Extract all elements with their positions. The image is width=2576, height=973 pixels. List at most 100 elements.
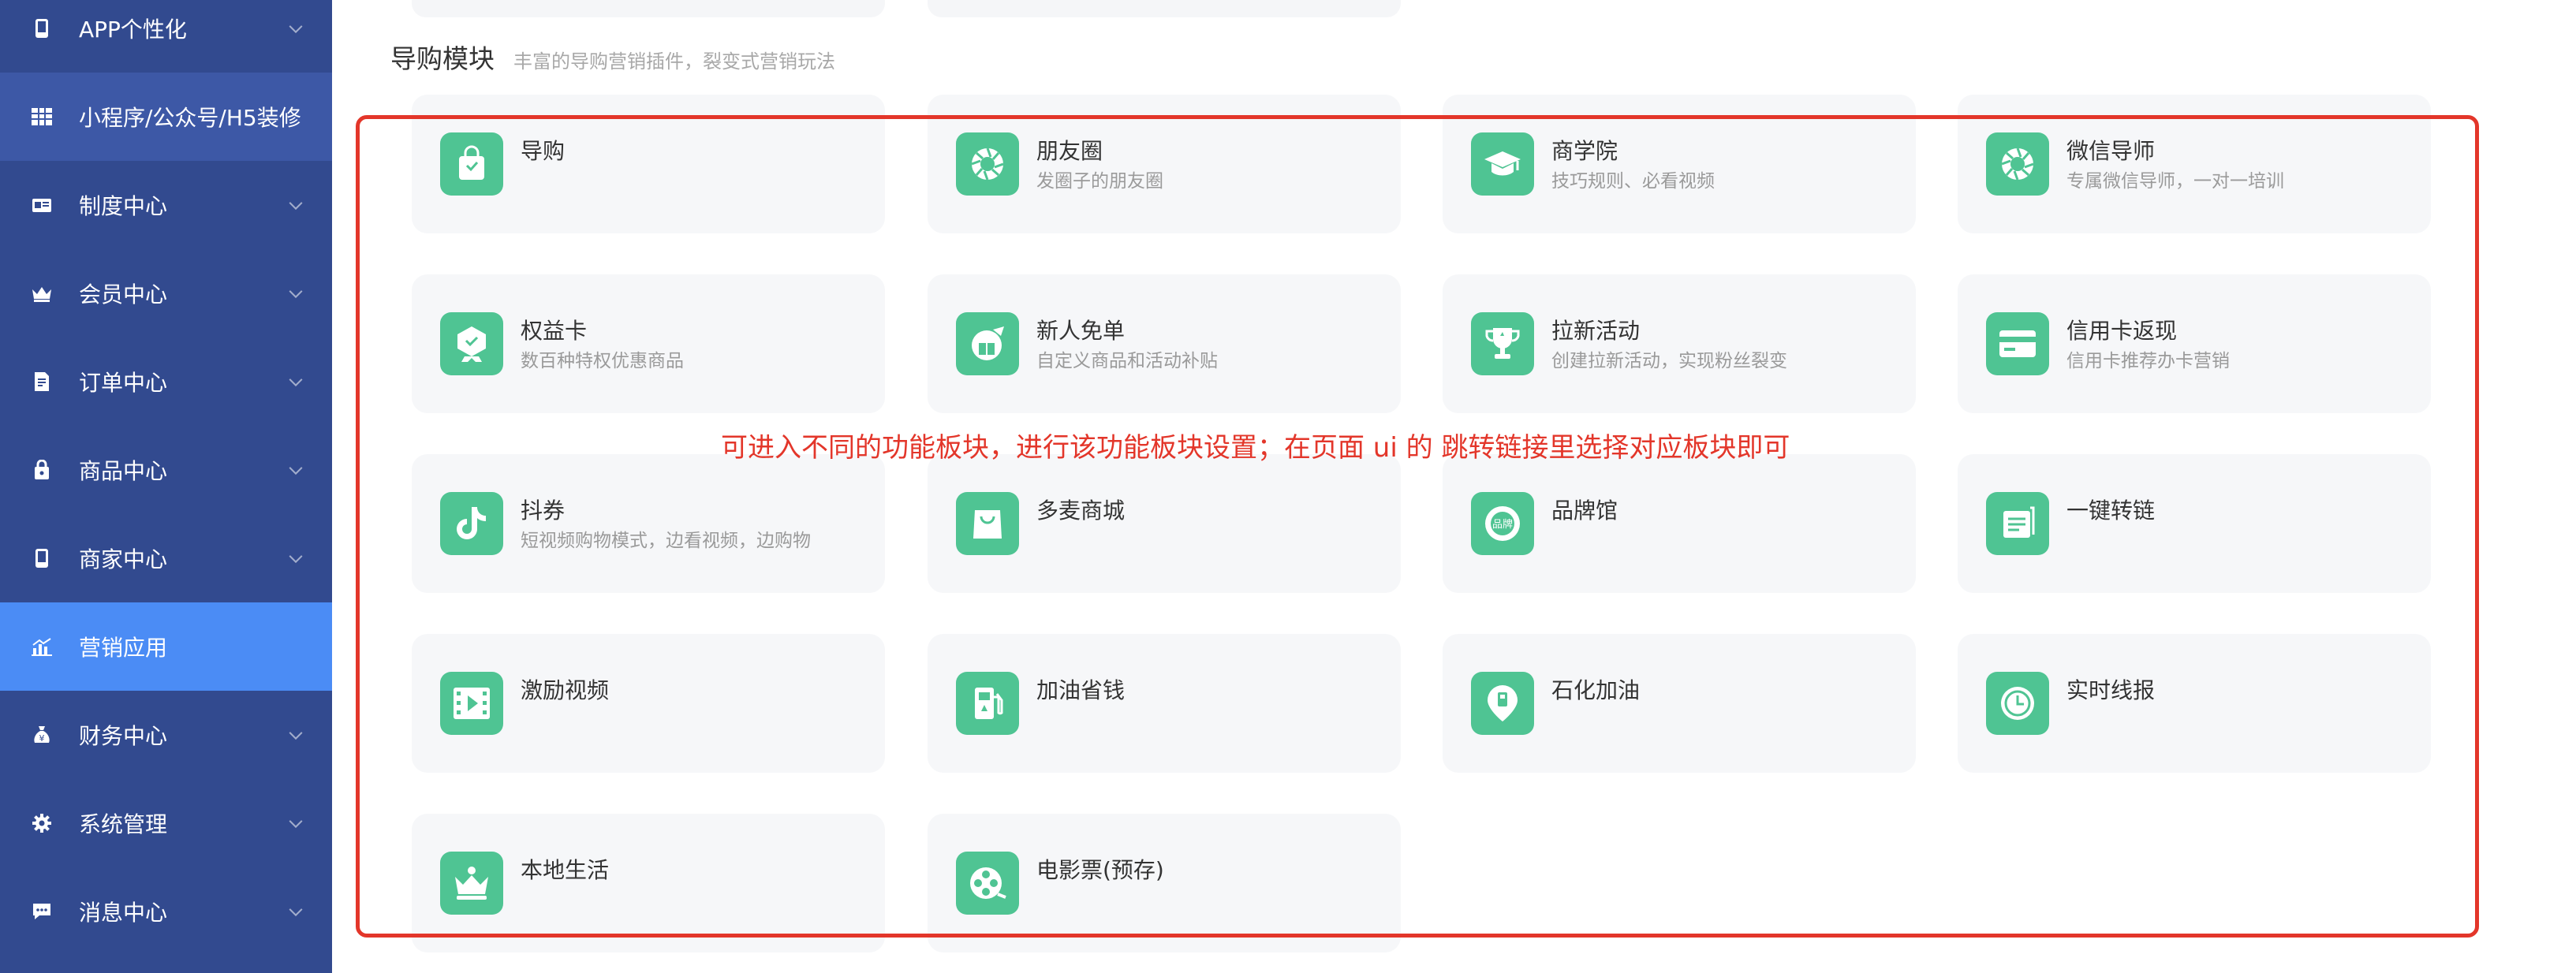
graduation-cap-icon [1471,132,1534,196]
card-title: 商学院 [1551,138,1618,164]
card-title: 抖券 [521,498,566,524]
chevron-down-icon [289,373,303,387]
gift-icon [956,312,1019,375]
sidebar-item-merchant-center[interactable]: 商家中心 [0,514,332,602]
sidebar-item-message-center[interactable]: 消息中心 [0,867,332,956]
gear-icon [30,811,54,835]
card-desc: 发圈子的朋友圈 [1036,171,1163,192]
card-title: 信用卡返现 [2066,318,2178,344]
shopping-bag-icon [956,492,1019,555]
card-desc: 数百种特权优惠商品 [521,351,684,371]
sidebar-item-finance-center[interactable]: ¥ 财务中心 [0,691,332,779]
sidebar: APP个性化 小程序/公众号/H5装修 制度中心 会员中心 订单中心 商品中心 [0,0,332,973]
card-desc: 短视频购物模式，边看视频，边购物 [521,531,811,551]
card-title: 一键转链 [2066,498,2156,524]
credit-card-icon [1986,312,2049,375]
annotation-text: 可进入不同的功能板块，进行该功能板块设置；在页面 ui 的 跳转链接里选择对应板… [721,432,1790,464]
chart-icon [30,635,54,658]
module-card-moments[interactable]: 朋友圈 发圈子的朋友圈 [928,95,1401,233]
sidebar-item-label: 商品中心 [79,458,168,484]
module-card-douquan[interactable]: 抖券 短视频购物模式，边看视频，边购物 [412,454,885,593]
chevron-down-icon [289,726,303,740]
card-title: 加油省钱 [1036,677,1126,703]
card-title: 品牌馆 [1551,498,1618,524]
sidebar-item-system-management[interactable]: 系统管理 [0,779,332,867]
card-title: 拉新活动 [1551,318,1641,344]
fuel-icon [956,672,1019,735]
card-desc: 技巧规则、必看视频 [1551,171,1715,192]
module-card-brand-hall[interactable]: 品牌 品牌馆 [1443,454,1916,593]
card-desc: 创建拉新活动，实现粉丝裂变 [1551,351,1787,371]
sidebar-item-order-center[interactable]: 订单中心 [0,337,332,426]
card-title: 实时线报 [2066,677,2156,703]
chat-icon [30,900,54,923]
module-card-realtime-news[interactable]: 实时线报 [1958,634,2431,773]
tiktok-icon [440,492,503,555]
main-content: 导购模块 丰富的导购营销插件，裂变式营销玩法 导购 朋友圈 发圈子的朋友圈 商学… [332,0,2576,973]
bag-icon [30,458,54,482]
crown-icon [440,852,503,915]
module-card-sinopec-fuel[interactable]: 石化加油 [1443,634,1916,773]
phone-icon [30,17,54,40]
chevron-down-icon [289,815,303,829]
grid-icon [30,105,54,129]
card-title: 权益卡 [521,318,588,344]
svg-text:品牌: 品牌 [1492,518,1513,531]
phone-icon [30,546,54,570]
card-title: 朋友圈 [1036,138,1103,164]
list-icon [1986,492,2049,555]
card-title: 新人免单 [1036,318,1126,344]
chevron-down-icon [289,285,303,299]
film-icon [440,672,503,735]
film-reel-icon [956,852,1019,915]
card-title: 微信导师 [2066,138,2156,164]
chevron-down-icon [289,903,303,917]
module-card-wechat-mentor[interactable]: 微信导师 专属微信导师，一对一培训 [1958,95,2431,233]
svg-text:¥: ¥ [39,733,45,744]
sidebar-item-label: 营销应用 [79,635,168,661]
module-card-incentive-video[interactable]: 激励视频 [412,634,885,773]
sidebar-item-marketing-apps[interactable]: 营销应用 [0,602,332,691]
sidebar-item-product-center[interactable]: 商品中心 [0,426,332,514]
location-pin-icon [1471,672,1534,735]
sidebar-item-label: 会员中心 [79,281,168,308]
module-card-credit-card-cashback[interactable]: 信用卡返现 信用卡推荐办卡营销 [1958,274,2431,413]
module-card-new-user-free[interactable]: 新人免单 自定义商品和活动补贴 [928,274,1401,413]
card-title: 本地生活 [521,857,610,883]
card-stub [412,0,885,17]
card-title: 电影票(预存) [1036,857,1164,883]
trophy-icon [1471,312,1534,375]
crown-icon [30,281,54,305]
module-card-business-school[interactable]: 商学院 技巧规则、必看视频 [1443,95,1916,233]
sidebar-item-app-personalize[interactable]: APP个性化 [0,0,332,73]
section-subtitle: 丰富的导购营销插件，裂变式营销玩法 [513,50,835,73]
module-card-local-life[interactable]: 本地生活 [412,814,885,952]
sidebar-item-label: 财务中心 [79,723,168,749]
module-card-duomai-mall[interactable]: 多麦商城 [928,454,1401,593]
module-card-fuel-saving[interactable]: 加油省钱 [928,634,1401,773]
card-title: 导购 [521,138,566,164]
module-card-one-click-link[interactable]: 一键转链 [1958,454,2431,593]
sidebar-item-label: 消息中心 [79,900,168,926]
sidebar-item-label: 小程序/公众号/H5装修 [79,105,301,131]
card-desc: 专属微信导师，一对一培训 [2066,171,2284,192]
sidebar-item-member-center[interactable]: 会员中心 [0,249,332,337]
sidebar-item-label: 订单中心 [79,370,168,396]
card-desc: 信用卡推荐办卡营销 [2066,351,2230,371]
module-card-acquisition-campaign[interactable]: 拉新活动 创建拉新活动，实现粉丝裂变 [1443,274,1916,413]
section-title: 导购模块 [390,43,495,74]
sidebar-item-label: 系统管理 [79,811,168,837]
chevron-down-icon [289,550,303,564]
sidebar-item-system-center[interactable]: 制度中心 [0,161,332,249]
aperture-icon [956,132,1019,196]
module-card-benefit-card[interactable]: 权益卡 数百种特权优惠商品 [412,274,885,413]
sidebar-item-miniprogram[interactable]: 小程序/公众号/H5装修 [0,73,332,161]
card-stub [928,0,1401,17]
id-card-icon [30,193,54,217]
chevron-down-icon [289,20,303,34]
sidebar-item-label: 制度中心 [79,193,168,219]
badge-icon [440,312,503,375]
module-card-guide[interactable]: 导购 [412,95,885,233]
module-card-movie-ticket[interactable]: 电影票(预存) [928,814,1401,952]
card-desc: 自定义商品和活动补贴 [1036,351,1218,371]
